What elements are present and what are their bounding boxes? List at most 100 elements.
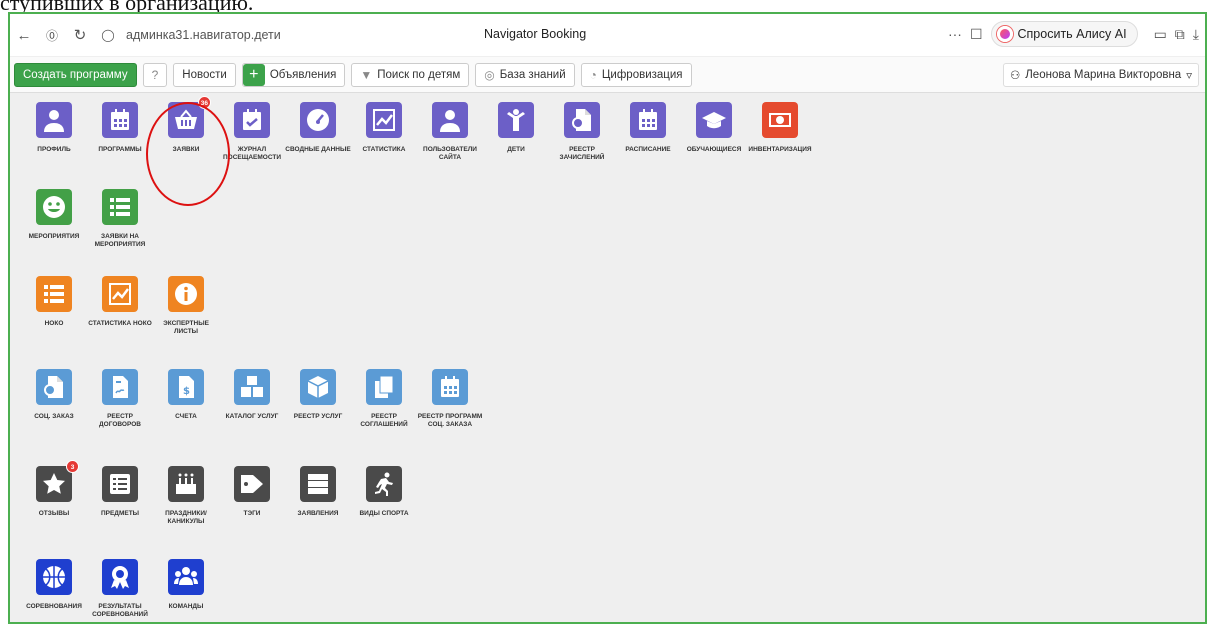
app-tile[interactable]: Соц. заказ [20,369,88,421]
app-tile[interactable]: Расписание [614,102,682,154]
alice-icon [996,26,1013,42]
tile-label: Счета [175,413,197,420]
ask-alice-button[interactable]: Спросить Алису AI [990,21,1138,47]
tile-label: Отзывы [38,510,70,517]
yandex-logo-icon[interactable]: ⓪ [38,27,66,44]
child-search-button[interactable]: ▼ Поиск по детям [351,62,470,87]
app-tile[interactable]: 3 Отзывы [20,460,88,518]
tile-label: Реестр зачислений [559,146,605,161]
app-tile[interactable]: Результаты соревнований [86,559,154,619]
download-icon[interactable]: ⤓ [1193,26,1199,43]
copy-icon [366,369,402,405]
app-tile[interactable]: Реестр программ соц. заказа [416,369,484,429]
list-alt-icon [102,466,138,502]
app-tile[interactable]: Соревнования [20,559,88,611]
tile-label: Тэги [243,510,261,517]
gauge-icon [300,102,336,138]
filter-icon: ▼ [360,67,373,82]
browser-bar: ← ⓪ ↻ ◯ админка31.навигатор.дети Navigat… [10,14,1205,56]
app-tile[interactable]: Дети [482,102,550,154]
back-arrow-icon[interactable]: ← [10,27,38,44]
announcements-button[interactable]: + Объявления [241,62,346,87]
app-tile[interactable]: Праздники/ каникулы [152,466,220,526]
tile-label: Реестр соглашений [360,413,408,428]
app-tile[interactable]: $ Счета [152,369,220,421]
award-icon [102,559,138,595]
tile-label: Виды спорта [359,510,409,517]
gauge-icon: ◔ [589,67,597,82]
invoice-icon: $ [168,369,204,405]
caret-down-icon: ▿ [1186,70,1192,82]
app-tile[interactable]: Команды [152,559,220,611]
app-tile[interactable]: Тэги [218,466,286,518]
list-icon [36,276,72,312]
app-tile[interactable]: Реестр договоров [86,369,154,429]
digitalization-button[interactable]: ◔ Цифровизация [580,62,692,87]
tile-label: Реестр программ соц. заказа [417,413,483,428]
app-tile[interactable]: Заявки на мероприятия [86,189,154,249]
create-program-button[interactable]: Создать программу [14,62,137,87]
tile-label: Экспертные листы [163,320,209,335]
child-icon [498,102,534,138]
app-tile[interactable]: Реестр соглашений [350,369,418,429]
app-tile[interactable]: Пользователи сайта [416,102,484,162]
basketball-icon [36,559,72,595]
box-icon [300,369,336,405]
reload-icon[interactable]: ↻ [66,26,94,44]
screenshot-frame: ← ⓪ ↻ ◯ админка31.навигатор.дети Navigat… [8,12,1207,624]
app-tile[interactable]: Заявления [284,466,352,518]
more-icon[interactable]: ··· [948,26,962,42]
file-certificate-icon [36,369,72,405]
file-signature-icon [102,369,138,405]
tile-label: Статистика НОКО [88,320,152,327]
app-tile[interactable]: Сводные данные [284,102,352,154]
tile-label: Статистика [362,146,406,153]
app-tile[interactable]: Статистика НОКО [86,276,154,328]
app-tile[interactable]: Статистика [350,102,418,154]
tile-label: Расписание [625,146,671,153]
tile-label: Каталог услуг [225,413,279,420]
red-highlight-circle [146,102,230,206]
svg-text:$: $ [183,386,190,397]
tile-label: Результаты соревнований [92,603,148,618]
tile-label: Обучающиеся [686,146,742,153]
users-icon [168,559,204,595]
tag-icon [234,466,270,502]
app-tile[interactable]: Мероприятия [20,189,88,241]
app-tile[interactable]: Обучающиеся [680,102,748,154]
tile-label: Реестр договоров [99,413,141,428]
tile-label: Команды [168,603,204,610]
app-tile[interactable]: Инвентаризация [746,102,814,154]
app-tile[interactable]: Реестр услуг [284,369,352,421]
address-bar[interactable]: админка31.навигатор.дети [126,28,281,42]
user-menu[interactable]: ⚇ Леонова Марина Викторовна ▿ [1002,63,1199,87]
knowledge-base-button[interactable]: ◎ База знаний [475,62,575,87]
lifebuoy-icon: ◎ [484,67,495,82]
tile-label: Заявления [297,510,339,517]
tile-label: Праздники/ каникулы [165,510,207,525]
info-icon [168,276,204,312]
graduation-cap-icon [696,102,732,138]
app-tile[interactable]: Виды спорта [350,466,418,518]
tile-label: Соревнования [26,603,82,610]
app-tile[interactable]: Каталог услуг [218,369,286,421]
app-tile[interactable]: Профиль [20,102,88,154]
star-icon: 3 [36,460,79,502]
help-button[interactable]: ? [142,62,168,87]
file-certificate-icon [564,102,600,138]
tab-title: Navigator Booking [484,27,587,41]
tile-label: Сводные данные [285,146,351,153]
app-tile[interactable]: Реестр зачислений [548,102,616,162]
calendar-check-icon [234,102,270,138]
bookmark-icon[interactable]: ☐ [970,26,983,43]
news-button[interactable]: Новости [173,62,236,87]
app-tile[interactable]: Экспертные листы [152,276,220,336]
tile-label: НОКО [44,320,64,327]
calendar-icon [630,102,666,138]
tile-label: Реестр услуг [293,413,343,420]
calendar-icon [102,102,138,138]
app-tile[interactable]: Программы [86,102,154,154]
app-tile[interactable]: НОКО [20,276,88,328]
extensions-icon[interactable]: ⧉ [1175,26,1185,43]
app-tile[interactable]: Предметы [86,466,154,518]
